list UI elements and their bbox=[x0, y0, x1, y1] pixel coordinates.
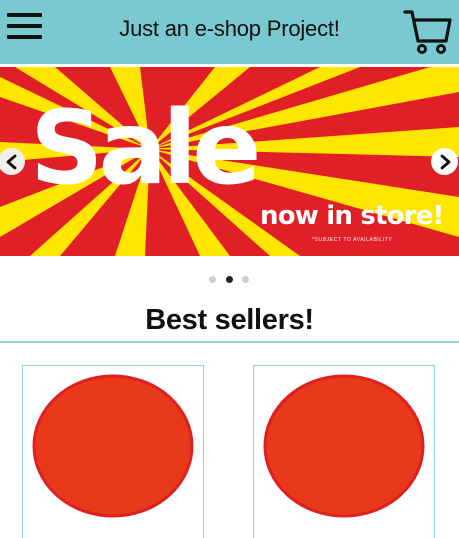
top-header: Just an e-shop Project! bbox=[0, 0, 459, 64]
sale-subline: now in store! bbox=[260, 201, 444, 231]
section-divider bbox=[0, 341, 459, 343]
carousel-dot-3[interactable] bbox=[242, 276, 249, 283]
best-sellers-title: Best sellers! bbox=[145, 304, 314, 336]
sale-note: *SUBJECT TO AVAILABILITY bbox=[312, 237, 393, 243]
shopping-cart-icon[interactable] bbox=[402, 6, 452, 56]
product-card[interactable] bbox=[253, 365, 435, 538]
product-card[interactable] bbox=[22, 365, 204, 538]
chevron-left-icon bbox=[6, 154, 16, 169]
red-circle-product-image bbox=[32, 374, 194, 518]
app-title: Just an e-shop Project! bbox=[119, 16, 340, 41]
carousel-next-button[interactable] bbox=[431, 148, 458, 175]
sale-headline: Sale bbox=[30, 89, 261, 208]
promo-carousel[interactable]: Sale now in store! *SUBJECT TO AVAILABIL… bbox=[0, 67, 459, 256]
carousel-dot-2[interactable] bbox=[226, 276, 233, 283]
red-circle-product-image bbox=[263, 374, 425, 518]
carousel-indicators bbox=[0, 276, 459, 284]
carousel-dot-1[interactable] bbox=[209, 276, 216, 283]
chevron-right-icon bbox=[440, 154, 450, 169]
